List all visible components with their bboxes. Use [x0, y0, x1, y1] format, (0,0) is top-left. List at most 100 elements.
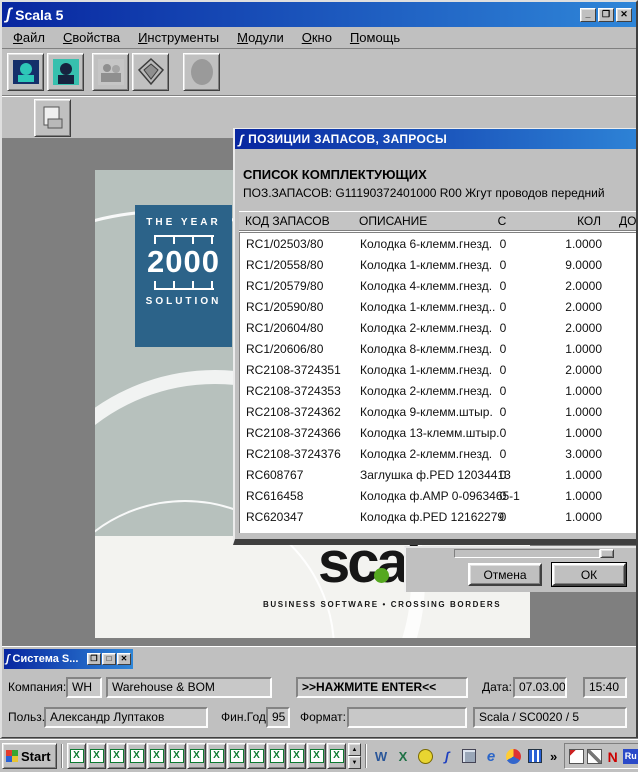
taskbar-window-button[interactable]: X	[167, 743, 186, 769]
scala-quicklaunch-icon[interactable]: ʃ	[437, 744, 457, 768]
table-row[interactable]: RC1/20590/80 Колодка 1-клемм.гнезд.. 0 2…	[240, 296, 638, 317]
cell-stock-code: RC1/20606/80	[240, 342, 358, 356]
stock-items-dialog: ʃ ПОЗИЦИИ ЗАПАСОВ, ЗАПРОСЫ СПИСОК КОМПЛЕ…	[233, 128, 638, 545]
taskbar-window-button[interactable]: X	[287, 743, 306, 769]
menu-item[interactable]: Файл	[4, 28, 54, 47]
taskbar-window-button[interactable]: X	[247, 743, 266, 769]
company-code-field: WH	[66, 677, 102, 698]
table-row[interactable]: RC608767 Заглушка ф.PED 12034413 0 1.000…	[240, 464, 638, 485]
minimize-button-icon[interactable]: _	[580, 8, 596, 22]
clock-app-icon[interactable]	[415, 744, 435, 768]
menu-item[interactable]: Помощь	[341, 28, 409, 47]
cell-stock-code: RC2108-3724353	[240, 384, 358, 398]
table-row[interactable]: RC2108-3724362 Колодка 9-клемм.штыр. 0 1…	[240, 401, 638, 422]
taskbar-window-button[interactable]: X	[207, 743, 226, 769]
menu-item[interactable]: Свойства	[54, 28, 129, 47]
ruler-top-graphic	[154, 235, 214, 244]
user-label: Польз.:	[8, 710, 48, 724]
restore-button-icon[interactable]: ❐	[598, 8, 614, 22]
print-preview-button[interactable]	[34, 99, 71, 137]
toolbar-main	[2, 49, 636, 96]
spin-up-icon[interactable]: ▲	[348, 743, 361, 756]
horizontal-scrollbar[interactable]	[454, 549, 600, 558]
menu-item[interactable]: Окно	[293, 28, 341, 47]
cell-description: Заглушка ф.PED 12034413	[358, 468, 486, 482]
close-button-icon[interactable]: ✕	[616, 8, 632, 22]
table-row[interactable]: RC2108-3724353 Колодка 2-клемм.гнезд. 0 …	[240, 380, 638, 401]
users-button-disabled[interactable]	[92, 53, 129, 91]
table-row[interactable]: RC620347 Колодка ф.PED 12162279 0 1.0000	[240, 506, 638, 527]
tray-scheduler-icon[interactable]	[569, 749, 584, 764]
table-row[interactable]: RC1/02503/80 Колодка 6-клемм.гнезд. 0 1.…	[240, 233, 638, 254]
mdi-restore-button-icon[interactable]: ❐	[87, 653, 101, 665]
settings-icon[interactable]	[459, 744, 479, 768]
cell-description: Колодка 6-клемм.гнезд.	[358, 237, 486, 251]
start-label: Start	[21, 749, 51, 764]
word-icon[interactable]: W	[371, 744, 391, 768]
table-row[interactable]: RC2108-3724366 Колодка 13-клемм.штыр. 0 …	[240, 422, 638, 443]
tray-pencil-icon[interactable]	[587, 749, 602, 764]
column-header-c[interactable]: С	[485, 214, 519, 228]
mdi-maximize-button-icon[interactable]: □	[102, 653, 116, 665]
column-header-description[interactable]: ОПИСАНИЕ	[357, 214, 485, 228]
tray-n-icon[interactable]: N	[605, 749, 620, 764]
column-header-code[interactable]: КОД ЗАПАСОВ	[239, 214, 357, 228]
users-gray-icon	[97, 58, 125, 86]
taskbar-window-button[interactable]: X	[267, 743, 286, 769]
taskbar-window-button[interactable]: X	[127, 743, 146, 769]
cell-quantity: 2.0000	[520, 363, 608, 377]
taskbar-window-button[interactable]: X	[67, 743, 86, 769]
spreadsheet-icon: X	[150, 749, 164, 763]
mdi-close-button-icon[interactable]: ✕	[117, 653, 131, 665]
format-field	[347, 707, 467, 728]
column-header-extra[interactable]: ДО	[607, 214, 638, 228]
cell-description: Колодка 2-клемм.гнезд.	[358, 384, 486, 398]
taskbar-window-button[interactable]: X	[227, 743, 246, 769]
finyear-field: 95	[266, 707, 290, 728]
dialog-titlebar[interactable]: ʃ ПОЗИЦИИ ЗАПАСОВ, ЗАПРОСЫ	[235, 129, 638, 149]
main-titlebar[interactable]: ʃ Scala 5 _ ❐ ✕	[2, 2, 636, 27]
column-header-qty[interactable]: КОЛ	[519, 214, 607, 228]
table-row[interactable]: RC1/20558/80 Колодка 1-клемм.гнезд. 0 9.…	[240, 254, 638, 275]
taskbar-window-button[interactable]: X	[147, 743, 166, 769]
table-header: КОД ЗАПАСОВ ОПИСАНИЕ С КОЛ ДО	[239, 211, 638, 231]
cancel-button[interactable]: Отмена	[468, 563, 542, 586]
time-field: 15:40	[583, 677, 627, 698]
cell-stock-code: RC2108-3724376	[240, 447, 358, 461]
table-row[interactable]: RC1/20579/80 Колодка 4-клемм.гнезд. 0 2.…	[240, 275, 638, 296]
taskbar-window-button[interactable]: X	[87, 743, 106, 769]
spreadsheet-icon: X	[190, 749, 204, 763]
spreadsheet-icon: X	[70, 749, 84, 763]
internet-explorer-icon[interactable]: e	[481, 744, 501, 768]
scrollbar-end-button[interactable]	[600, 549, 614, 558]
dialog-title: ПОЗИЦИИ ЗАПАСОВ, ЗАПРОСЫ	[248, 132, 447, 146]
menu-item[interactable]: Модули	[228, 28, 293, 47]
overflow-chevron-icon[interactable]: »	[547, 749, 560, 764]
user-button[interactable]	[47, 53, 84, 91]
taskbar-window-button[interactable]: X	[327, 743, 346, 769]
spin-down-icon[interactable]: ▼	[348, 756, 361, 769]
excel-icon[interactable]: X	[393, 744, 413, 768]
blank-button[interactable]	[183, 53, 220, 91]
minimized-system-window[interactable]: ʃ Система S... ❐ □ ✕	[3, 648, 134, 670]
start-button[interactable]: Start	[2, 743, 57, 769]
table-row[interactable]: RC1/20604/80 Колодка 2-клемм.гнезд. 0 2.…	[240, 317, 638, 338]
table-row[interactable]: RC2108-3724376 Колодка 2-клемм.гнезд. 0 …	[240, 443, 638, 464]
taskbar-window-button[interactable]: X	[107, 743, 126, 769]
ok-button[interactable]: ОК	[552, 563, 626, 586]
table-row[interactable]: RC2108-3724351 Колодка 1-клемм.гнезд. 0 …	[240, 359, 638, 380]
taskbar-window-buttons: X X X X X X X X X X X X X X	[67, 743, 346, 769]
taskbar-window-button[interactable]: X	[307, 743, 326, 769]
taskbar-window-button[interactable]: X	[187, 743, 206, 769]
cell-c: 0	[486, 237, 520, 251]
tray-language-icon[interactable]: Ru	[623, 749, 638, 764]
table-row[interactable]: RC616458 Колодка ф.AMP 0-0963465-1 0 1.0…	[240, 485, 638, 506]
modules-button[interactable]	[132, 53, 169, 91]
spreadsheet-icon: X	[130, 749, 144, 763]
menu-item[interactable]: Инструменты	[129, 28, 228, 47]
outlook-icon[interactable]	[503, 744, 523, 768]
session-button[interactable]	[7, 53, 44, 91]
spreadsheet-icon: X	[270, 749, 284, 763]
columns-app-icon[interactable]	[525, 744, 545, 768]
table-row[interactable]: RC1/20606/80 Колодка 8-клемм.гнезд. 0 1.…	[240, 338, 638, 359]
